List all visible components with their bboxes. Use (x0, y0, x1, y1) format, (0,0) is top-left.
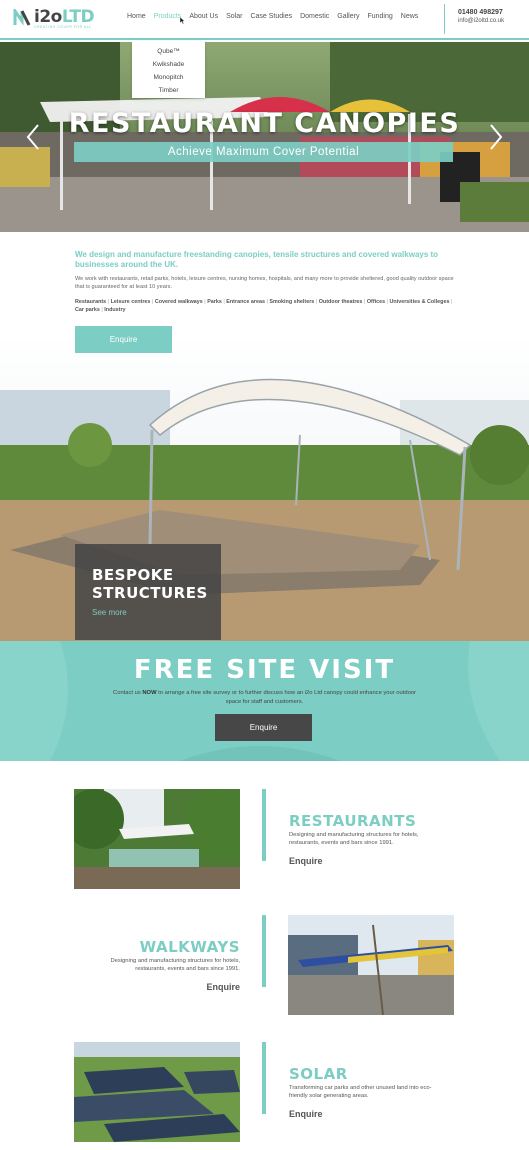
main-nav: Home Products About Us Solar Case Studie… (127, 13, 426, 20)
visit-title: FREE SITE VISIT (133, 655, 396, 685)
walkways-image[interactable] (288, 915, 454, 1015)
sector-item[interactable]: Entrance areas (226, 299, 265, 305)
walkways-enquire-link[interactable]: Enquire (140, 982, 240, 992)
nav-case-studies[interactable]: Case Studies (250, 13, 292, 20)
visit-text: Contact us NOW to arrange a free site su… (113, 690, 416, 705)
dropdown-item-qube[interactable]: Qube™ (132, 45, 205, 58)
solar-image[interactable] (74, 1042, 240, 1142)
sector-item[interactable]: Restaurants (75, 299, 106, 305)
products-dropdown: Qube™ Kwikshade Monopitch Timber (132, 41, 205, 98)
mouse-cursor-icon (180, 17, 186, 24)
hero-subtitle: Achieve Maximum Cover Potential (74, 142, 453, 162)
restaurants-accent-bar (262, 789, 266, 861)
sector-item[interactable]: Universities & Colleges (390, 299, 450, 305)
restaurants-enquire-link[interactable]: Enquire (289, 856, 323, 866)
sector-item[interactable]: Industry (104, 307, 125, 313)
nav-solar[interactable]: Solar (226, 13, 242, 20)
solar-enquire-link[interactable]: Enquire (289, 1109, 323, 1119)
walkways-photo (288, 915, 454, 1015)
see-more-link[interactable]: See more (92, 608, 204, 617)
solar-description: Transforming car parks and other unused … (289, 1085, 432, 1099)
email-address[interactable]: info@i2oltd.co.uk (458, 18, 504, 24)
intro-enquire-button[interactable]: Enquire (75, 326, 172, 353)
logo-mark-icon (13, 9, 31, 26)
nav-home[interactable]: Home (127, 13, 146, 20)
restaurants-description: Designing and manufacturing structures f… (289, 832, 419, 846)
site-header: i2oLTD CREATING COVER FOR ALL Home Produ… (0, 0, 529, 40)
restaurants-title: RESTAURANTS (289, 812, 417, 830)
bespoke-title-line1: BESPOKE (92, 566, 174, 584)
sector-item[interactable]: Leisure centres (111, 299, 151, 305)
nav-gallery[interactable]: Gallery (337, 13, 359, 20)
walkways-description: Designing and manufacturing structures f… (110, 958, 240, 972)
logo-tagline: CREATING COVER FOR ALL (34, 25, 92, 29)
solar-title: SOLAR (289, 1065, 348, 1083)
sector-item[interactable]: Outdoor theatres (319, 299, 363, 305)
hero-title: RESTAURANT CANOPIES (68, 108, 461, 139)
dropdown-item-timber[interactable]: Timber (132, 84, 205, 97)
dropdown-item-monopitch[interactable]: Monopitch (132, 71, 205, 84)
bespoke-title-line2: STRUCTURES (92, 584, 208, 602)
header-divider (444, 4, 445, 34)
restaurants-photo (74, 789, 240, 889)
solar-accent-bar (262, 1042, 266, 1114)
sector-list: Restaurants | Leisure centres | Covered … (75, 299, 453, 313)
solar-photo (74, 1042, 240, 1142)
logo-text: i2oLTD (34, 7, 95, 27)
nav-news[interactable]: News (401, 13, 419, 20)
walkways-title: WALKWAYS (139, 938, 240, 956)
visit-enquire-button[interactable]: Enquire (215, 714, 312, 741)
intro-headline: We design and manufacture freestanding c… (75, 250, 439, 269)
sector-item[interactable]: Parks (207, 299, 222, 305)
restaurants-image[interactable] (74, 789, 240, 889)
sector-item[interactable]: Covered walkways (155, 299, 203, 305)
dropdown-item-kwikshade[interactable]: Kwikshade (132, 58, 205, 71)
hero-slider: RESTAURANT CANOPIES Achieve Maximum Cove… (0, 42, 529, 232)
nav-domestic[interactable]: Domestic (300, 13, 329, 20)
phone-number[interactable]: 01480 498297 (458, 9, 503, 16)
walkways-accent-bar (262, 915, 266, 987)
sector-item[interactable]: Car parks (75, 307, 100, 313)
bespoke-card: BESPOKE STRUCTURES See more (75, 544, 221, 640)
nav-about-us[interactable]: About Us (189, 13, 218, 20)
sector-item[interactable]: Smoking shelters (269, 299, 314, 305)
sector-item[interactable]: Offices (367, 299, 385, 305)
intro-body: We work with restaurants, retail parks, … (75, 276, 454, 290)
nav-products[interactable]: Products (154, 13, 182, 20)
free-site-visit-banner: FREE SITE VISIT Contact us NOW to arrang… (0, 641, 529, 761)
nav-funding[interactable]: Funding (367, 13, 392, 20)
logo[interactable]: i2oLTD CREATING COVER FOR ALL (13, 7, 103, 31)
